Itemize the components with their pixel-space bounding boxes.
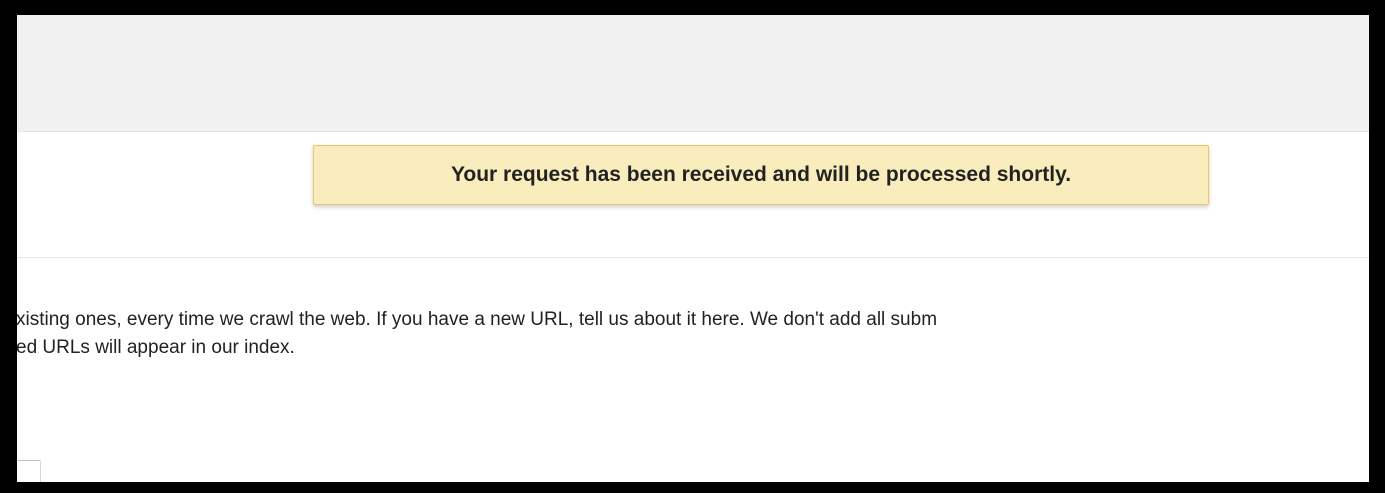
header-bar xyxy=(17,15,1369,132)
description-line-2: ed URLs will appear in our index. xyxy=(17,337,295,358)
page-frame: Your request has been received and will … xyxy=(17,15,1369,482)
description-text: xisting ones, every time we crawl the we… xyxy=(17,306,1369,362)
url-input[interactable] xyxy=(17,460,41,482)
description-line-1: xisting ones, every time we crawl the we… xyxy=(17,309,938,330)
success-notice: Your request has been received and will … xyxy=(313,145,1209,205)
notice-message: Your request has been received and will … xyxy=(450,163,1072,186)
screenshot: { "notice": { "message": "Your request h… xyxy=(0,0,1385,493)
section-divider xyxy=(17,257,1369,258)
